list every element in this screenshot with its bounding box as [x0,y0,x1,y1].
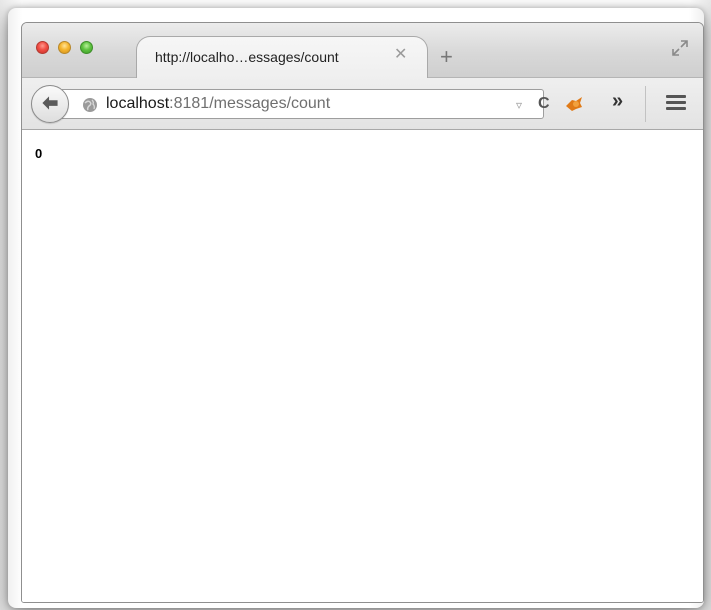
tab-strip: http://localho…essages/count ✕ + [22,23,703,79]
new-tab-button[interactable]: + [440,46,453,68]
tab-title: http://localho…essages/count [155,49,339,65]
browser-window: http://localho…essages/count ✕ + localho… [21,22,704,603]
globe-icon [83,98,97,112]
page-content: 0 [22,130,703,602]
history-dropdown-icon[interactable]: ▿ [516,98,522,112]
fullscreen-icon[interactable] [671,39,689,57]
response-text: 0 [35,146,43,161]
reload-icon[interactable]: C [538,95,550,113]
url-host: localhost [106,95,170,112]
url-path: :8181/messages/count [169,95,331,112]
zoom-window-button[interactable] [80,41,93,54]
navigation-toolbar: localhost:8181/messages/count ▿ C » [22,78,703,130]
overflow-chevron-icon[interactable]: » [612,90,623,112]
close-window-button[interactable] [36,41,49,54]
screen: http://localho…essages/count ✕ + localho… [0,0,711,610]
tab-active[interactable]: http://localho…essages/count ✕ [136,36,428,79]
extension-icon[interactable] [563,92,585,114]
minimize-window-button[interactable] [58,41,71,54]
tab-close-icon[interactable]: ✕ [394,47,407,63]
back-arrow-icon [42,96,58,110]
url-text[interactable]: localhost:8181/messages/count [106,95,330,113]
back-button[interactable] [31,85,69,123]
hamburger-menu-icon[interactable] [666,95,686,111]
toolbar-separator [645,86,646,122]
url-bar[interactable]: localhost:8181/messages/count ▿ C [62,89,550,119]
